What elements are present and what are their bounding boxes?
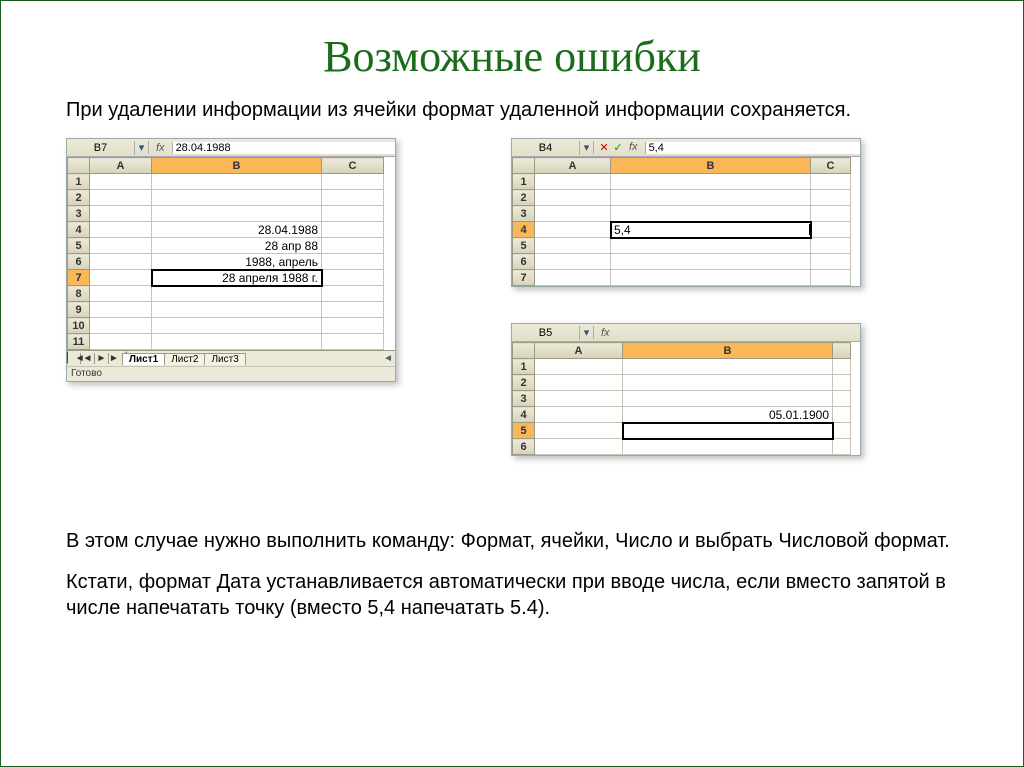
row-header[interactable]: 1 bbox=[68, 174, 90, 190]
row-header[interactable]: 1 bbox=[513, 359, 535, 375]
row-header[interactable]: 3 bbox=[513, 391, 535, 407]
tab-nav-first-icon[interactable]: ▏◄ bbox=[67, 353, 81, 364]
row-header[interactable]: 3 bbox=[68, 206, 90, 222]
status-bar: Готово bbox=[67, 366, 395, 381]
fx-icon[interactable]: fx bbox=[153, 142, 168, 154]
col-header[interactable]: B bbox=[611, 158, 811, 174]
row-header[interactable]: 10 bbox=[68, 318, 90, 334]
row-header[interactable]: 9 bbox=[68, 302, 90, 318]
col-header[interactable]: B bbox=[623, 343, 833, 359]
cell-b7-selected[interactable]: 28 апреля 1988 г. bbox=[152, 270, 322, 286]
tab-nav-last-icon[interactable]: ►▕ bbox=[109, 353, 123, 364]
excel-screenshot-1: B7 ▾ fx 28.04.1988 A B C 1 2 3 4 28.04.19… bbox=[66, 138, 396, 382]
select-all-corner[interactable] bbox=[513, 158, 535, 174]
cell-b5[interactable]: 28 апр 88 bbox=[152, 238, 322, 254]
name-box[interactable]: B7 bbox=[67, 141, 135, 155]
namebox-dropdown-icon[interactable]: ▾ bbox=[135, 141, 149, 154]
formula-bar[interactable]: 28.04.1988 bbox=[172, 142, 395, 154]
scroll-left-icon[interactable]: ◄ bbox=[383, 353, 393, 364]
row-header[interactable]: 7 bbox=[513, 270, 535, 286]
cell-b6[interactable]: 1988, апрель bbox=[152, 254, 322, 270]
row-header[interactable]: 6 bbox=[513, 439, 535, 455]
row-header[interactable]: 2 bbox=[513, 190, 535, 206]
row-header[interactable]: 2 bbox=[513, 375, 535, 391]
fx-icon[interactable]: fx bbox=[598, 327, 613, 339]
row-header[interactable]: 8 bbox=[68, 286, 90, 302]
cell-b4[interactable]: 28.04.1988 bbox=[152, 222, 322, 238]
sheet-tab[interactable]: Лист1 bbox=[122, 353, 165, 365]
spreadsheet-grid[interactable]: A B 1 2 3 4 05.01.1900 5 6 bbox=[512, 342, 851, 455]
spreadsheet-grid[interactable]: A B C 1 2 3 4 5,4 5 6 7 bbox=[512, 157, 851, 286]
enter-icon[interactable]: ✓ bbox=[612, 141, 624, 154]
fx-icon[interactable]: fx bbox=[626, 141, 641, 154]
spreadsheet-grid[interactable]: A B C 1 2 3 4 28.04.1988 5 28 апр 88 6 1988… bbox=[67, 157, 384, 350]
tab-nav-prev-icon[interactable]: ◄ bbox=[81, 353, 95, 364]
row-header[interactable]: 5 bbox=[513, 238, 535, 254]
excel-screenshot-2: B4 ▾ ✕ ✓ fx 5,4 A B C 1 2 3 45, bbox=[511, 138, 861, 287]
col-header[interactable]: B bbox=[152, 158, 322, 174]
row-header[interactable]: 1 bbox=[513, 174, 535, 190]
row-header[interactable]: 11 bbox=[68, 334, 90, 350]
tab-nav-next-icon[interactable]: ► bbox=[95, 353, 109, 364]
row-header[interactable]: 7 bbox=[68, 270, 90, 286]
row-header[interactable]: 6 bbox=[68, 254, 90, 270]
row-header[interactable]: 4 bbox=[513, 222, 535, 238]
paragraph-2: Кстати, формат Дата устанавливается авто… bbox=[66, 569, 963, 621]
sheet-tab[interactable]: Лист3 bbox=[204, 353, 245, 365]
row-header[interactable]: 3 bbox=[513, 206, 535, 222]
col-header[interactable]: A bbox=[535, 158, 611, 174]
col-header[interactable]: A bbox=[535, 343, 623, 359]
row-header[interactable]: 5 bbox=[513, 423, 535, 439]
row-header[interactable]: 2 bbox=[68, 190, 90, 206]
cancel-icon[interactable]: ✕ bbox=[598, 141, 610, 154]
paragraph-1: В этом случае нужно выполнить команду: Ф… bbox=[66, 528, 963, 554]
cell-b4[interactable]: 05.01.1900 bbox=[623, 407, 833, 423]
row-header[interactable]: 5 bbox=[68, 238, 90, 254]
select-all-corner[interactable] bbox=[513, 343, 535, 359]
name-box[interactable]: B4 bbox=[512, 141, 580, 155]
name-box[interactable]: B5 bbox=[512, 326, 580, 340]
sheet-tabs-bar: ▏◄ ◄ ► ►▕ Лист1 Лист2 Лист3 ◄ bbox=[67, 350, 395, 366]
col-header[interactable] bbox=[833, 343, 851, 359]
sheet-tab[interactable]: Лист2 bbox=[164, 353, 205, 365]
select-all-corner[interactable] bbox=[68, 158, 90, 174]
screenshots-area: B7 ▾ fx 28.04.1988 A B C 1 2 3 428.04.19… bbox=[41, 138, 983, 498]
namebox-dropdown-icon[interactable]: ▾ bbox=[580, 141, 594, 154]
row-header[interactable]: 6 bbox=[513, 254, 535, 270]
namebox-dropdown-icon[interactable]: ▾ bbox=[580, 326, 594, 339]
row-header[interactable]: 4 bbox=[68, 222, 90, 238]
col-header[interactable]: A bbox=[90, 158, 152, 174]
intro-text: При удалении информации из ячейки формат… bbox=[66, 97, 963, 123]
cell-b5-selected[interactable] bbox=[623, 423, 833, 439]
page-title: Возможные ошибки bbox=[41, 31, 983, 82]
col-header[interactable]: C bbox=[811, 158, 851, 174]
cell-b4-editing[interactable]: 5,4 bbox=[611, 222, 811, 238]
row-header[interactable]: 4 bbox=[513, 407, 535, 423]
formula-bar[interactable]: 5,4 bbox=[645, 142, 860, 154]
excel-screenshot-3: B5 ▾ fx A B 1 2 3 4 05.01.1900 5 6 bbox=[511, 323, 861, 456]
col-header[interactable]: C bbox=[322, 158, 384, 174]
